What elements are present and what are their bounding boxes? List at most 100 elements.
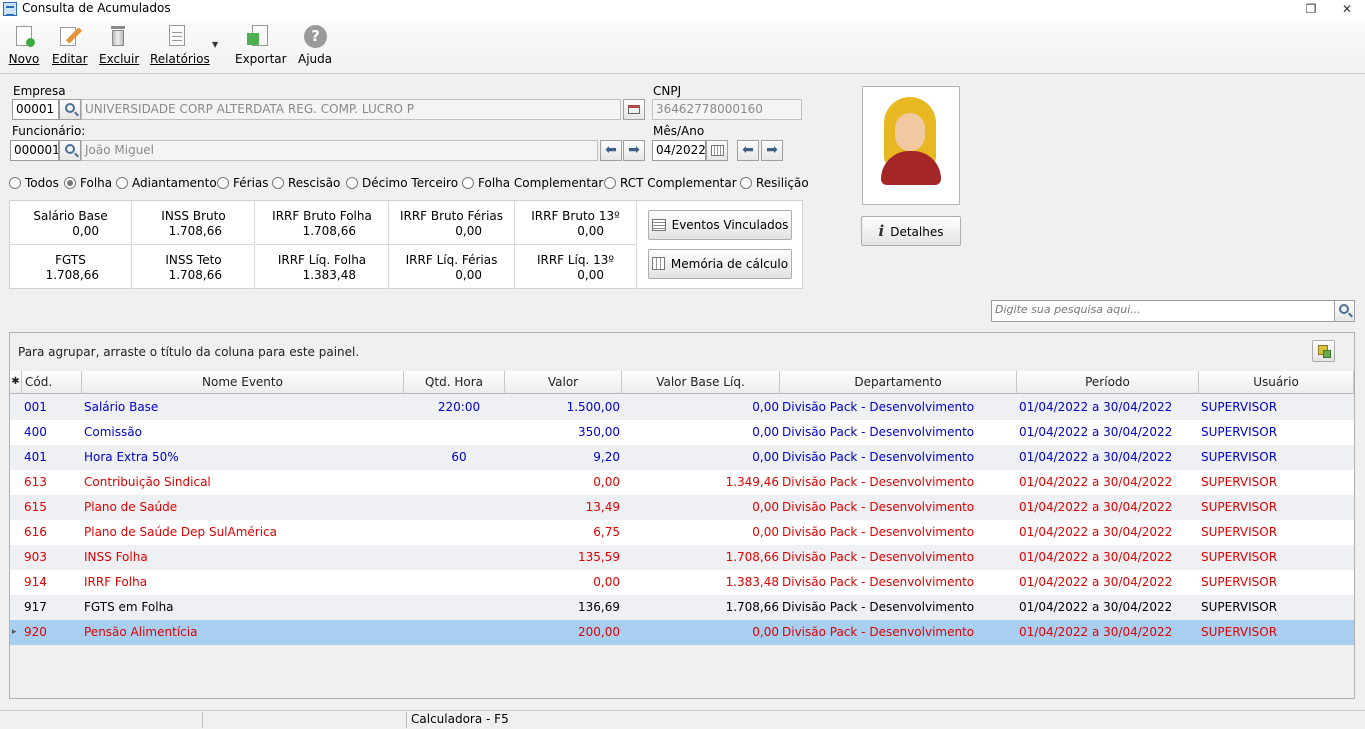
table-row[interactable]: 401 Hora Extra 50% 60 9,20 0,00 Divisão Pack … — [10, 445, 1354, 470]
calendar-icon — [711, 145, 724, 156]
mes-prev-button[interactable]: ⬅ — [737, 140, 759, 161]
column-header[interactable]: Valor — [505, 371, 622, 394]
search-button[interactable] — [1334, 300, 1355, 322]
window-title: Consulta de Acumulados — [22, 1, 171, 15]
column-header[interactable]: Departamento — [780, 371, 1017, 394]
exportar-button[interactable]: Exportar — [235, 24, 287, 66]
app-icon — [3, 2, 17, 16]
radio-7[interactable]: RCT Complementar — [604, 176, 737, 190]
funcionario-search-button[interactable] — [59, 140, 81, 161]
cell-depto: Divisão Pack - Desenvolvimento — [782, 550, 975, 564]
empresa-calendar-button[interactable] — [623, 99, 645, 120]
memoria-calculo-button[interactable]: Memória de cálculo — [648, 249, 792, 279]
cell-depto: Divisão Pack - Desenvolvimento — [782, 425, 975, 439]
radio-4[interactable]: Rescisão — [272, 176, 340, 190]
column-header[interactable]: Usuário — [1199, 371, 1354, 394]
summary-cell: FGTS 1.708,66 — [10, 245, 132, 289]
summary-value: 0,00 — [72, 224, 99, 238]
funcionario-code-input[interactable]: 000001 — [10, 140, 59, 161]
cell-valor: 6,75 — [593, 525, 620, 539]
column-chooser-button[interactable] — [1312, 340, 1335, 362]
detalhes-button[interactable]: i Detalhes — [861, 216, 961, 246]
cell-cod: 903 — [24, 550, 47, 564]
arrow-right-icon: ➡ — [766, 142, 778, 158]
cnpj-field: 36462778000160 — [652, 99, 802, 120]
cell-nome: Plano de Saúde Dep SulAmérica — [84, 525, 278, 539]
cell-valor: 0,00 — [593, 575, 620, 589]
empresa-code-input[interactable]: 00001 — [12, 99, 59, 120]
summary-title: IRRF Líq. 13º — [536, 253, 615, 267]
restore-icon[interactable]: ❐ — [1302, 1, 1320, 17]
pencil-icon — [57, 24, 83, 48]
radio-2[interactable]: Adiantamento — [116, 176, 217, 190]
table-row[interactable]: 917 FGTS em Folha 136,69 1.708,66 Divisão Pa… — [10, 595, 1354, 620]
cell-depto: Divisão Pack - Desenvolvimento — [782, 525, 975, 539]
column-header[interactable]: Cód. — [22, 371, 82, 394]
table-row[interactable]: 613 Contribuição Sindical 0,00 1.349,46 Divi… — [10, 470, 1354, 495]
radio-3[interactable]: Férias — [217, 176, 269, 190]
export-icon — [246, 24, 270, 48]
radio-0[interactable]: Todos — [9, 176, 59, 190]
cell-usuario: SUPERVISOR — [1201, 400, 1278, 414]
table-row[interactable]: ▸ 920 Pensão Alimentícia 200,00 0,00 Divisão … — [10, 620, 1354, 645]
cell-base: 1.349,46 — [725, 475, 779, 489]
radio-button-icon — [272, 177, 284, 189]
table-row[interactable]: 400 Comissão 350,00 0,00 Divisão Pack - Dese… — [10, 420, 1354, 445]
cell-nome: IRRF Folha — [84, 575, 148, 589]
cell-base: 0,00 — [752, 500, 779, 514]
column-header[interactable]: Qtd. Hora — [404, 371, 505, 394]
close-icon[interactable]: ✕ — [1338, 1, 1356, 17]
cell-periodo: 01/04/2022 a 30/04/2022 — [1019, 500, 1173, 514]
table-row[interactable]: 914 IRRF Folha 0,00 1.383,48 Divisão Pack - … — [10, 570, 1354, 595]
radio-8[interactable]: Resilição — [740, 176, 809, 190]
summary-value: 1.708,66 — [45, 268, 99, 282]
table-row[interactable]: 616 Plano de Saúde Dep SulAmérica 6,75 0,00… — [10, 520, 1354, 545]
summary-value: 0,00 — [455, 224, 482, 238]
column-header[interactable]: Valor Base Líq. — [622, 371, 780, 394]
cell-base: 0,00 — [752, 625, 779, 639]
summary-cell: Salário Base 0,00 — [10, 201, 132, 245]
calculator-shortcut-label: Calculadora - F5 — [411, 712, 509, 726]
column-header[interactable]: Nome Evento — [82, 371, 404, 394]
editar-button[interactable]: Editar — [52, 24, 88, 66]
radio-label: Adiantamento — [132, 176, 217, 190]
cell-nome: FGTS em Folha — [84, 600, 174, 614]
summary-cell: IRRF Líq. Folha 1.383,48 — [256, 245, 389, 289]
cell-nome: Hora Extra 50% — [84, 450, 179, 464]
cell-periodo: 01/04/2022 a 30/04/2022 — [1019, 550, 1173, 564]
search-input[interactable]: Digite sua pesquisa aqui... — [991, 300, 1335, 322]
empresa-search-button[interactable] — [59, 99, 81, 120]
new-document-icon — [12, 24, 36, 48]
radio-button-icon — [740, 177, 752, 189]
radio-button-icon — [217, 177, 229, 189]
relatorios-dropdown-icon[interactable]: ▼ — [212, 40, 218, 49]
mesano-calendar-button[interactable] — [706, 140, 728, 161]
cell-nome: Contribuição Sindical — [84, 475, 211, 489]
radio-6[interactable]: Folha Complementar — [462, 176, 603, 190]
funcionario-prev-button[interactable]: ⬅ — [600, 140, 622, 161]
mes-next-button[interactable]: ➡ — [761, 140, 783, 161]
ajuda-button[interactable]: ? Ajuda — [298, 24, 332, 66]
radio-5[interactable]: Décimo Terceiro — [346, 176, 458, 190]
cell-base: 1.383,48 — [725, 575, 779, 589]
summary-title: INSS Teto — [165, 253, 222, 267]
table-row[interactable]: 615 Plano de Saúde 13,49 0,00 Divisão Pack -… — [10, 495, 1354, 520]
mesano-input[interactable]: 04/2022 — [652, 140, 706, 161]
cell-periodo: 01/04/2022 a 30/04/2022 — [1019, 525, 1173, 539]
cell-periodo: 01/04/2022 a 30/04/2022 — [1019, 450, 1173, 464]
column-header[interactable]: Período — [1017, 371, 1199, 394]
cell-usuario: SUPERVISOR — [1201, 550, 1278, 564]
mesano-label: Mês/Ano — [653, 124, 705, 138]
cell-base: 0,00 — [752, 525, 779, 539]
radio-label: Rescisão — [288, 176, 341, 190]
radio-1[interactable]: Folha — [64, 176, 112, 190]
table-row[interactable]: 001 Salário Base 220:00 1.500,00 0,00 Divisão… — [10, 395, 1354, 420]
table-row[interactable]: 903 INSS Folha 135,59 1.708,66 Divisão Pack … — [10, 545, 1354, 570]
novo-button[interactable]: Novo — [8, 24, 40, 66]
funcionario-next-button[interactable]: ➡ — [623, 140, 645, 161]
cell-valor: 1.500,00 — [566, 400, 620, 414]
excluir-button[interactable]: Excluir — [99, 24, 139, 66]
relatorios-button[interactable]: Relatórios — [150, 24, 210, 66]
eventos-vinculados-button[interactable]: Eventos Vinculados — [648, 210, 792, 240]
cell-periodo: 01/04/2022 a 30/04/2022 — [1019, 575, 1173, 589]
